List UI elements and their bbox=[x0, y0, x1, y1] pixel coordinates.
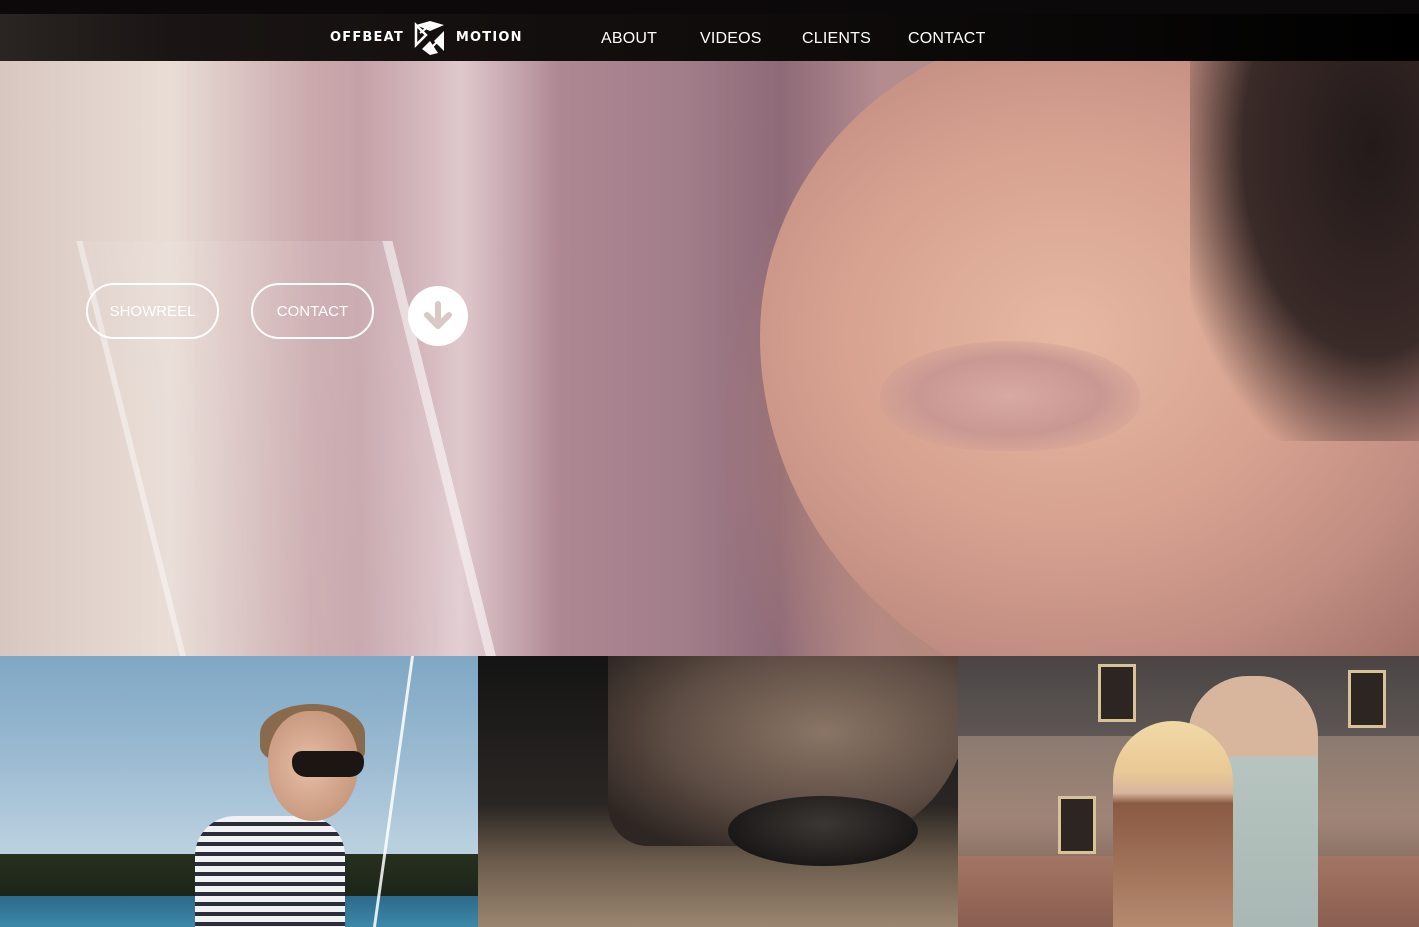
thumb-window bbox=[1058, 796, 1096, 854]
thumb-sunglasses bbox=[292, 751, 364, 777]
video-thumbnail-couple[interactable] bbox=[958, 656, 1419, 927]
hero-video: SHOWREEL CONTACT bbox=[0, 61, 1419, 656]
page: OFFBEAT MOTION ABOUT VIDEOS CLIENTS CONT… bbox=[0, 0, 1419, 927]
nav-item-contact[interactable]: CONTACT bbox=[908, 30, 986, 48]
thumb-woman bbox=[1113, 721, 1233, 927]
hero-hair-image bbox=[1190, 61, 1419, 441]
scroll-down-button[interactable] bbox=[408, 286, 468, 346]
thumb-person-body bbox=[195, 816, 345, 927]
hero-lips-image bbox=[880, 341, 1140, 451]
top-strip bbox=[0, 0, 1419, 14]
navbar: OFFBEAT MOTION ABOUT VIDEOS CLIENTS CONT… bbox=[0, 14, 1419, 61]
nav-item-about[interactable]: ABOUT bbox=[601, 30, 657, 48]
nav-item-clients[interactable]: CLIENTS bbox=[802, 30, 871, 48]
video-thumbnail-sailing[interactable] bbox=[0, 656, 478, 927]
nav-item-videos[interactable]: VIDEOS bbox=[700, 30, 762, 48]
thumb-window bbox=[1348, 670, 1386, 728]
thumb-window bbox=[1098, 664, 1136, 722]
video-thumbnail-hand-mouse[interactable] bbox=[478, 656, 958, 927]
showreel-button[interactable]: SHOWREEL bbox=[86, 283, 219, 339]
hero-contact-button[interactable]: CONTACT bbox=[251, 283, 374, 339]
thumb-mouse bbox=[728, 796, 918, 866]
arrow-down-icon bbox=[424, 301, 452, 329]
main-nav: ABOUT VIDEOS CLIENTS CONTACT bbox=[0, 14, 1419, 61]
